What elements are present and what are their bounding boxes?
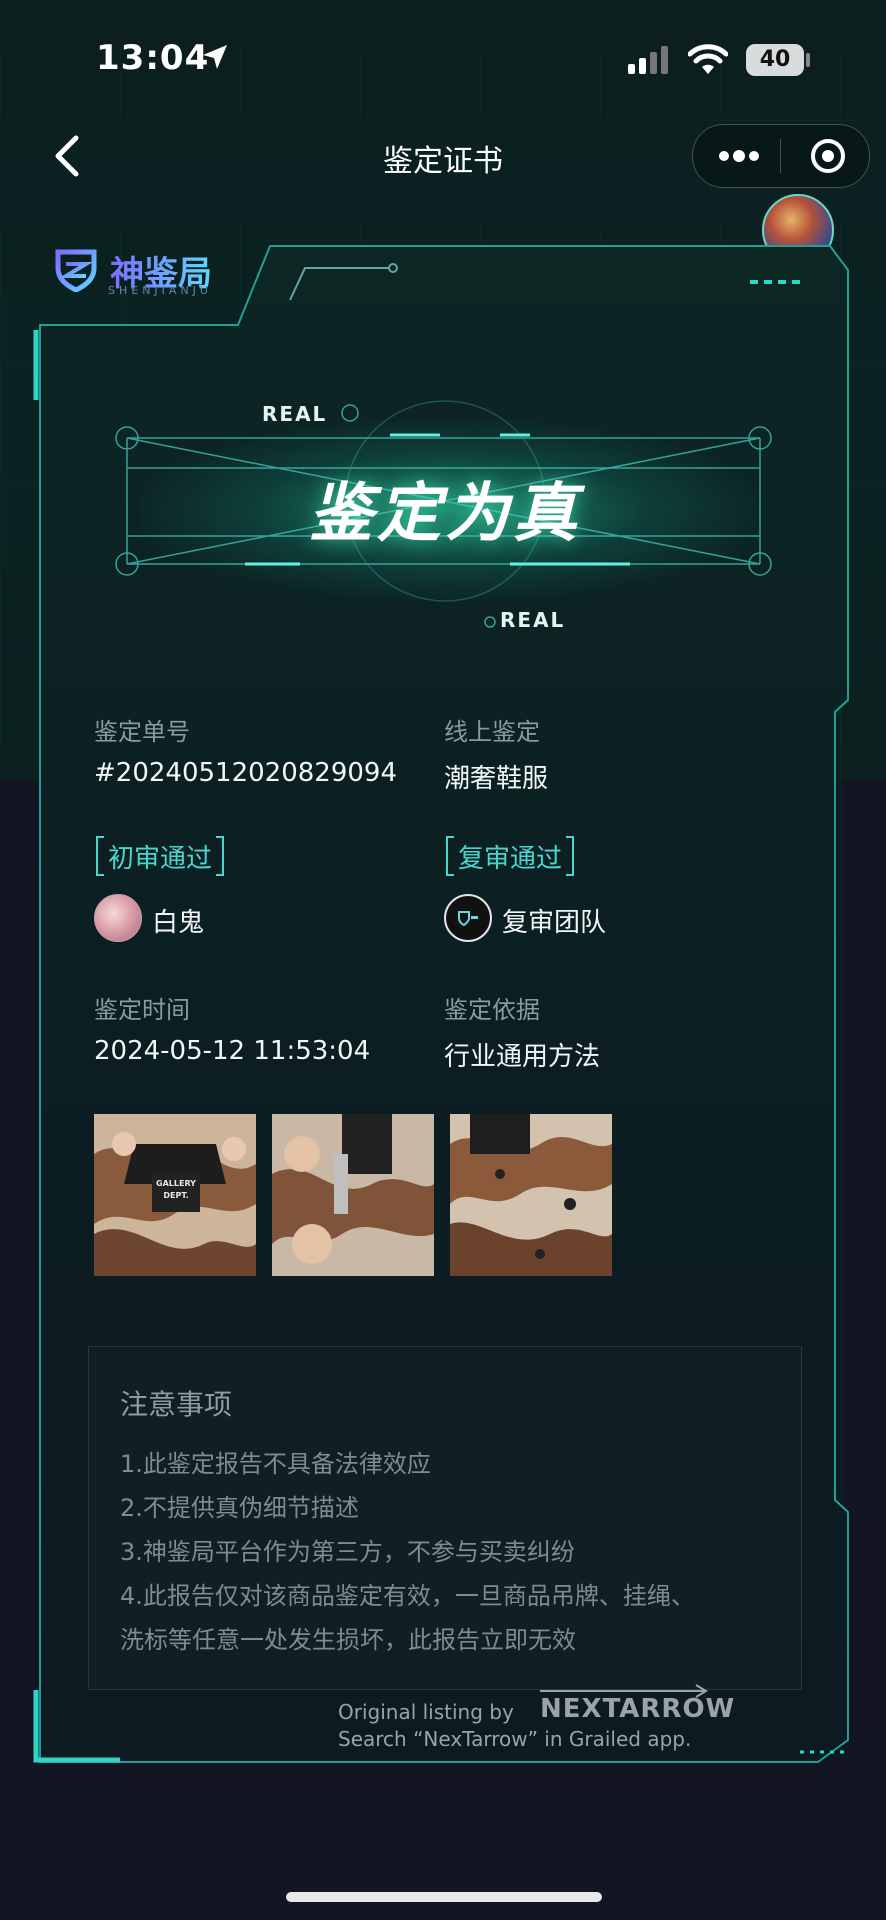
watermark-search-hint: Search “NexTarrow” in Grailed app. <box>338 1727 692 1751</box>
notice-item: 洗标等任意一处发生损坏，此报告立即无效 <box>120 1626 576 1654</box>
product-photo-2[interactable] <box>272 1114 434 1276</box>
product-photo-1[interactable]: GALLERY DEPT. <box>94 1114 256 1276</box>
shield-logo-icon <box>55 249 97 292</box>
notice-item: 1.此鉴定报告不具备法律效应 <box>120 1450 431 1478</box>
appraisal-time-value: 2024-05-12 11:53:04 <box>94 1036 371 1066</box>
second-review-badge: 复审通过 <box>445 836 575 876</box>
camo-print-image <box>450 1114 612 1276</box>
zipper-closeup-image <box>272 1114 434 1276</box>
appraisal-type-value: 潮奢鞋服 <box>444 764 549 794</box>
order-number-value: #20240512020829094 <box>94 758 397 788</box>
notice-title: 注意事项 <box>120 1388 233 1421</box>
first-reviewer-avatar <box>94 894 142 942</box>
gallery-dept-label: GALLERY DEPT. <box>152 1172 200 1212</box>
product-photo-3[interactable] <box>450 1114 612 1276</box>
notice-item: 3.神鉴局平台作为第三方，不参与买卖纠纷 <box>120 1538 575 1566</box>
notice-item: 4.此报告仅对该商品鉴定有效，一旦商品吊牌、挂绳、 <box>120 1582 695 1610</box>
appraisal-time-label: 鉴定时间 <box>94 996 190 1024</box>
verdict-title: 鉴定为真 <box>309 477 581 551</box>
home-indicator[interactable] <box>286 1892 602 1902</box>
review-team-logo-icon <box>458 911 478 926</box>
appraisal-basis-value: 行业通用方法 <box>444 1042 601 1072</box>
notice-item: 2.不提供真伪细节描述 <box>120 1494 359 1522</box>
real-tag-top: REAL <box>262 402 328 426</box>
review-team-name: 复审团队 <box>502 908 607 938</box>
review-team-avatar <box>444 894 492 942</box>
watermark-brand: NEXTARROW <box>540 1694 736 1724</box>
appraisal-basis-label: 鉴定依据 <box>444 996 540 1024</box>
brand-logo: 神鉴局 SHENJIANJU <box>52 246 232 297</box>
watermark-text: Original listing by <box>338 1700 514 1724</box>
first-review-badge: 初审通过 <box>95 836 225 876</box>
real-tag-bottom: REAL <box>500 608 566 632</box>
appraisal-type-label: 线上鉴定 <box>444 718 540 746</box>
first-reviewer-name: 白鬼 <box>152 908 205 938</box>
arrow-line-icon <box>540 1684 708 1698</box>
order-number-label: 鉴定单号 <box>94 718 190 746</box>
logo-subtitle: SHENJIANJU <box>108 284 212 297</box>
